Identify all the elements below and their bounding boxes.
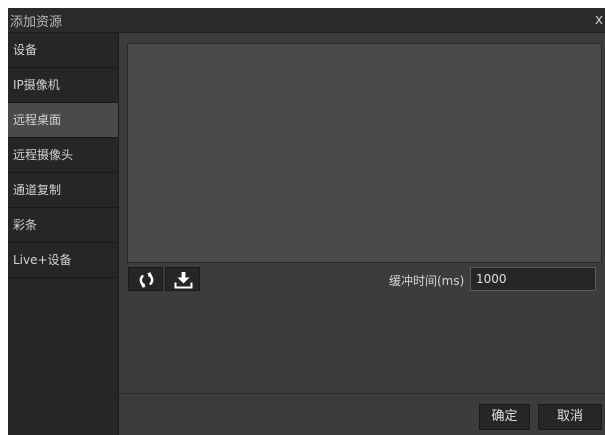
sidebar-item-label: IP摄像机 — [13, 78, 60, 92]
refresh-button[interactable] — [128, 267, 163, 291]
sidebar-item-ip-camera[interactable]: IP摄像机 — [8, 68, 118, 103]
resource-type-sidebar: 设备 IP摄像机 远程桌面 远程摄像头 通道复制 彩条 Live+设备 — [8, 33, 119, 435]
buffer-time-label: 缓冲时间(ms) — [389, 274, 465, 288]
dialog-title: 添加资源 — [10, 15, 63, 30]
sidebar-item-remote-desktop[interactable]: 远程桌面 — [8, 103, 118, 138]
title-bar: 添加资源 x — [8, 8, 605, 33]
sidebar-item-label: 设备 — [13, 43, 38, 57]
sidebar-item-remote-camera[interactable]: 远程摄像头 — [8, 138, 118, 173]
sidebar-item-live-plus-device[interactable]: Live+设备 — [8, 243, 118, 278]
sidebar-item-channel-copy[interactable]: 通道复制 — [8, 173, 118, 208]
sidebar-item-color-bars[interactable]: 彩条 — [8, 208, 118, 243]
add-resource-dialog: 添加资源 x 设备 IP摄像机 远程桌面 远程摄像头 通道复制 彩条 Live+… — [8, 8, 605, 435]
sidebar-item-label: 远程摄像头 — [13, 148, 74, 162]
download-icon — [174, 272, 193, 289]
close-button[interactable]: x — [593, 10, 605, 30]
sidebar-item-label: 彩条 — [13, 218, 38, 232]
refresh-icon — [139, 272, 154, 288]
footer-divider — [119, 393, 605, 394]
ok-button[interactable]: 确定 — [479, 404, 530, 430]
download-button[interactable] — [165, 267, 200, 291]
sidebar-item-label: 远程桌面 — [13, 113, 62, 127]
sidebar-item-label: 通道复制 — [13, 183, 62, 197]
sidebar-item-label: Live+设备 — [13, 253, 72, 267]
preview-area — [127, 43, 602, 263]
cancel-button[interactable]: 取消 — [538, 404, 602, 430]
buffer-time-input[interactable] — [470, 267, 596, 291]
sidebar-item-device[interactable]: 设备 — [8, 33, 118, 68]
